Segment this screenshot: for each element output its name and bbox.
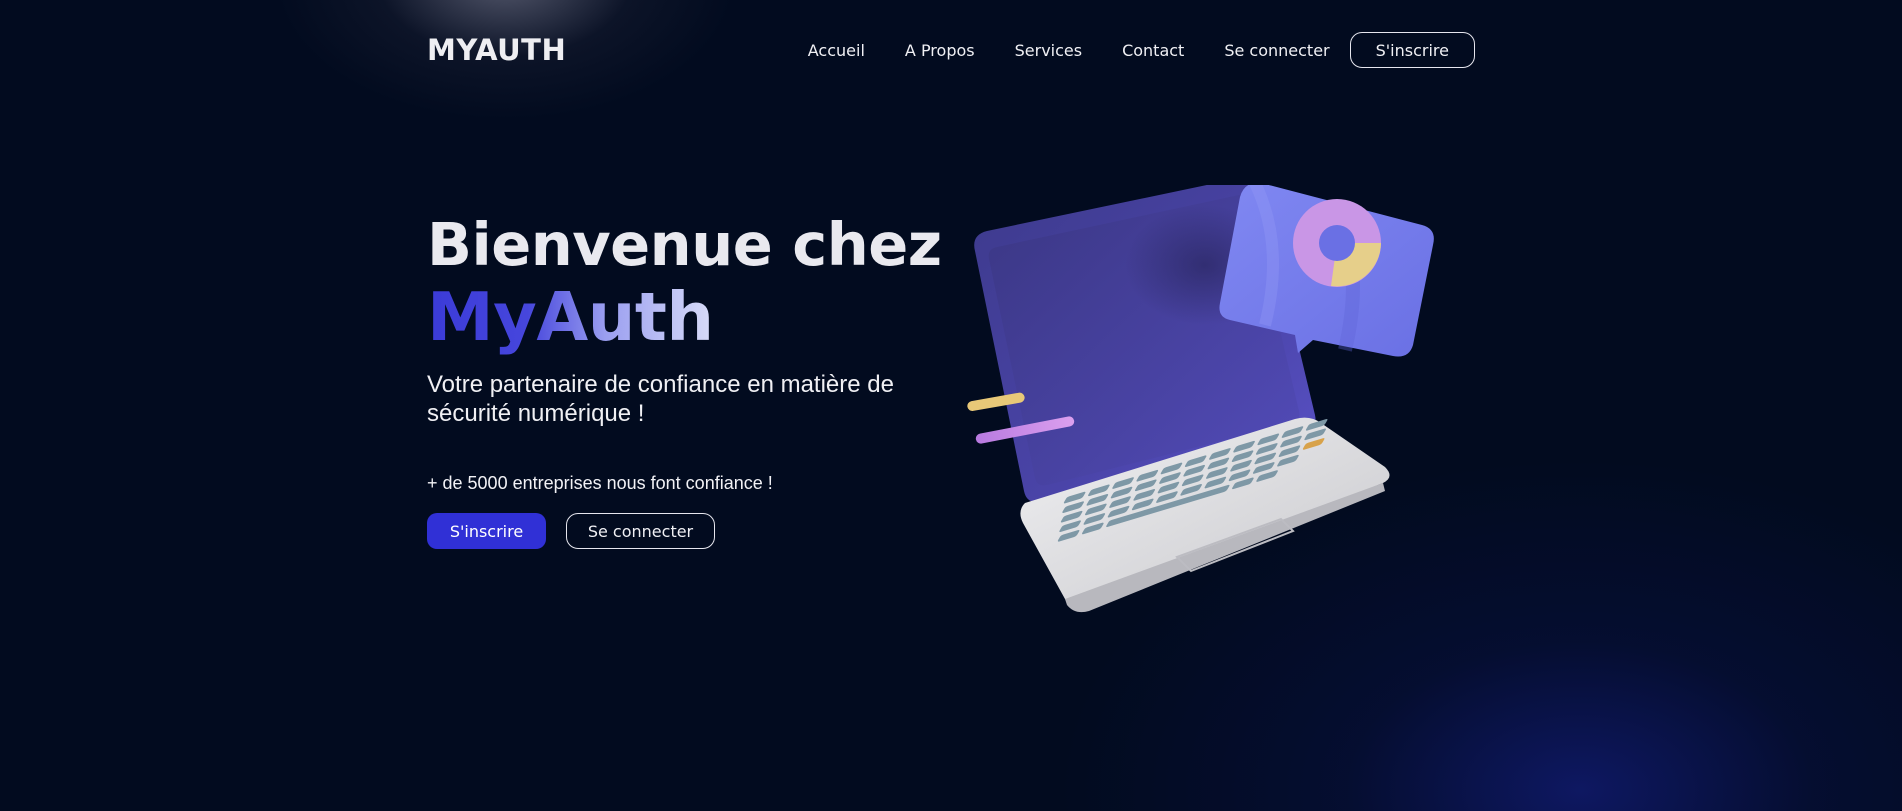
- laptop-analytics-illustration: [967, 185, 1434, 613]
- nav-login[interactable]: Se connecter: [1224, 41, 1329, 60]
- trust-statement: + de 5000 entreprises nous font confianc…: [427, 473, 773, 493]
- landing-page: MYAUTH Accueil A Propos Services Contact…: [0, 0, 1902, 811]
- nav-services[interactable]: Services: [1015, 41, 1082, 60]
- logo[interactable]: MYAUTH: [427, 33, 566, 67]
- nav-a-propos[interactable]: A Propos: [905, 41, 975, 60]
- hero-brand: MyAuth: [427, 278, 714, 356]
- hero-subtitle: Votre partenaire de confiance en matière…: [427, 371, 894, 427]
- login-button[interactable]: Se connecter: [566, 513, 715, 549]
- main-nav: Accueil A Propos Services Contact Se con…: [808, 32, 1475, 68]
- nav-accueil[interactable]: Accueil: [808, 41, 865, 60]
- hero-title: Bienvenue chez: [427, 210, 942, 279]
- signup-button[interactable]: S'inscrire: [427, 513, 546, 549]
- nav-signup-button[interactable]: S'inscrire: [1349, 32, 1475, 68]
- donut-chart-icon: [1293, 199, 1381, 287]
- nav-contact[interactable]: Contact: [1122, 41, 1184, 60]
